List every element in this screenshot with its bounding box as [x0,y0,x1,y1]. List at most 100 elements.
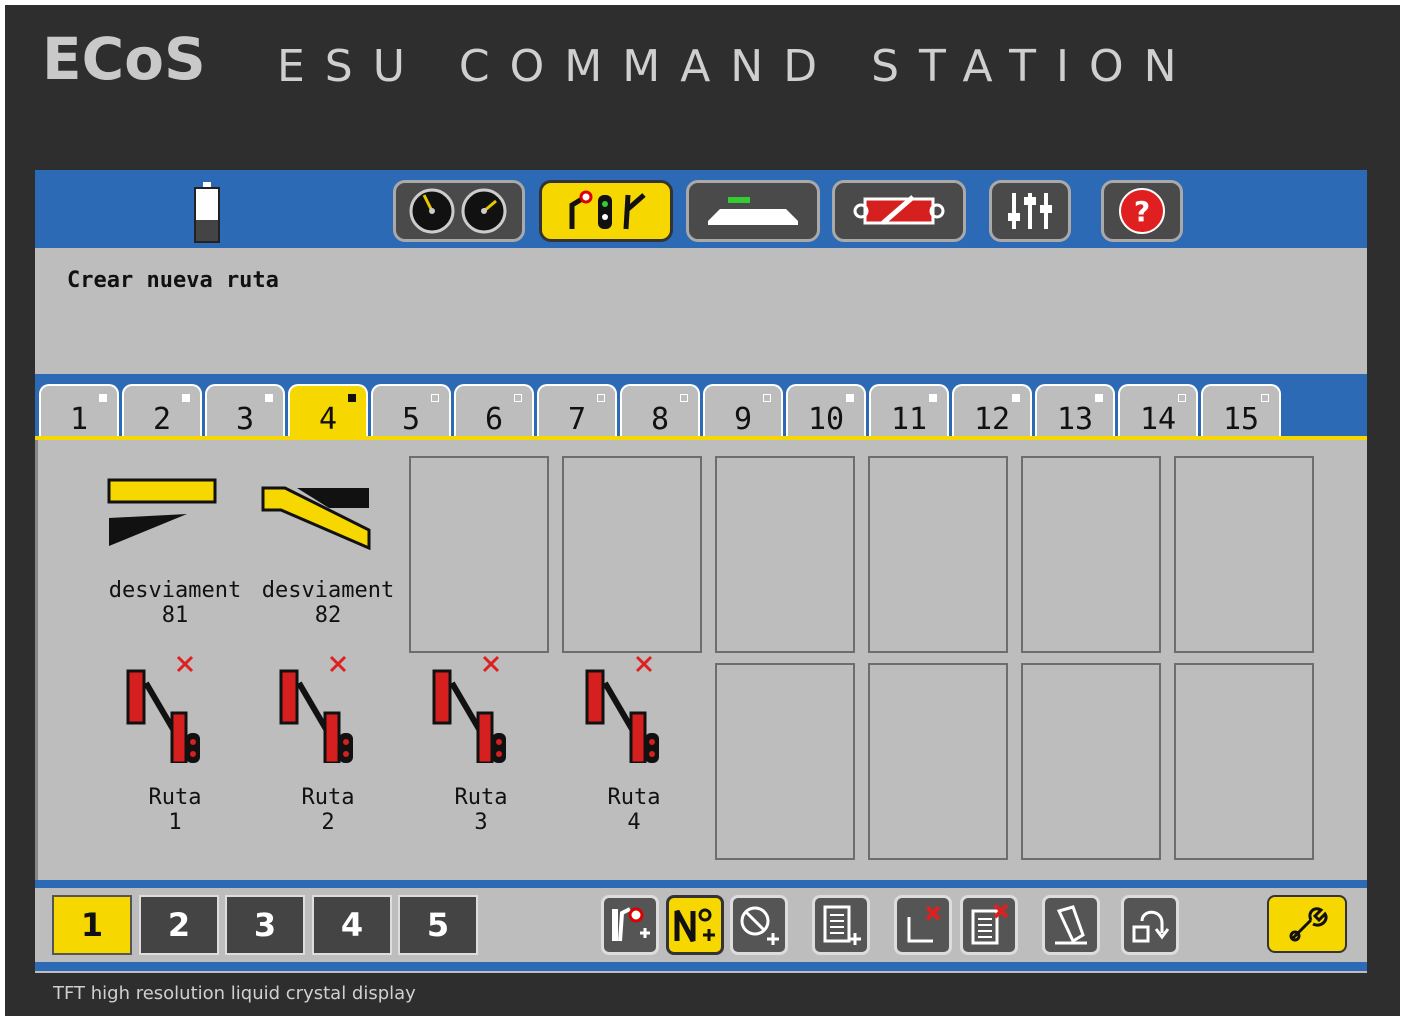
page-button-4[interactable]: 4 [312,895,392,955]
tab-label: 14 [1139,402,1177,437]
tab-3[interactable]: 3 [205,384,285,438]
tab-1[interactable]: 1 [39,384,119,438]
status-message: Crear nueva ruta [67,268,279,293]
item-name: Ruta [607,785,661,810]
tab-label: 15 [1222,402,1260,437]
tab-4[interactable]: 4 [288,384,368,438]
item-name: Ruta [148,785,202,810]
page-button-5[interactable]: 5 [398,895,478,955]
signal-switch-icon [569,190,646,230]
tab-label: 10 [807,402,845,437]
tab-indicator [431,394,439,402]
delete-list-icon [971,903,1009,945]
add-signal-button[interactable] [601,895,659,955]
turnout-81[interactable]: desviament 81 [100,446,250,646]
bottom-toolbar: 1 2 3 4 5 [35,888,1367,962]
signal-switch-button[interactable] [539,180,673,242]
delete-button[interactable] [894,895,952,955]
empty-slot[interactable] [715,456,855,653]
tab-8[interactable]: 8 [620,384,700,438]
empty-slot[interactable] [1021,456,1161,653]
top-toolbar: ? [35,170,1367,248]
brand-title: ESU COMMAND STATION [277,41,1197,92]
tab-label: 11 [890,402,928,437]
track-layout-button[interactable] [686,180,820,242]
empty-slot[interactable] [1021,663,1161,860]
ecos-logo: ECoS [42,25,206,93]
tab-13[interactable]: 13 [1035,384,1115,438]
speedometer-icon [409,188,507,234]
bottom-separator [35,880,1367,888]
delete-list-button[interactable] [960,895,1018,955]
edit-icon [1055,905,1087,945]
battery-icon [194,182,220,243]
speedometer-button[interactable] [393,180,525,242]
tab-12[interactable]: 12 [952,384,1032,438]
route-icon [126,655,200,763]
tab-indicator [182,394,190,402]
page-button-2[interactable]: 2 [139,895,219,955]
programming-button[interactable] [832,180,966,242]
tab-label: 13 [1056,402,1094,437]
add-stop-button[interactable] [730,895,788,955]
route-2[interactable]: Ruta 2 [253,653,403,853]
empty-slot[interactable] [1174,456,1314,653]
move-button[interactable] [1121,895,1179,955]
tab-strip: 1 2 3 4 5 6 7 8 9 10 11 12 13 14 15 [35,374,1367,438]
tab-14[interactable]: 14 [1118,384,1198,438]
add-route-button[interactable] [666,895,724,955]
settings-button[interactable] [989,180,1071,242]
page-button-3[interactable]: 3 [225,895,305,955]
page-button-1[interactable]: 1 [52,895,132,955]
route-1[interactable]: Ruta 1 [100,653,250,853]
tab-11[interactable]: 11 [869,384,949,438]
empty-slot[interactable] [715,663,855,860]
tab-15[interactable]: 15 [1201,384,1281,438]
route-icon [279,655,353,763]
help-button[interactable]: ? [1101,180,1183,242]
item-grid: desviament 81 desviament 82 Ruta 1 Ruta … [35,440,1367,880]
tab-indicator [99,394,107,402]
empty-slot[interactable] [868,663,1008,860]
tab-label: 9 [733,402,753,437]
tab-2[interactable]: 2 [122,384,202,438]
item-name: Ruta [454,785,508,810]
item-number: 81 [161,603,189,628]
programming-icon [853,195,945,225]
add-list-button[interactable] [812,895,870,955]
tab-indicator [680,394,688,402]
tab-6[interactable]: 6 [454,384,534,438]
move-icon [1132,910,1170,943]
item-name: desviament [261,578,395,603]
route-4[interactable]: Ruta 4 [559,653,709,853]
tab-5[interactable]: 5 [371,384,451,438]
wrench-icon [1289,907,1328,942]
tab-indicator [846,394,854,402]
edit-button[interactable] [1042,895,1100,955]
tab-7[interactable]: 7 [537,384,617,438]
wrench-button[interactable] [1267,895,1347,953]
tab-indicator [348,394,356,402]
tab-indicator [1261,394,1269,402]
tab-indicator [597,394,605,402]
item-number: 2 [321,810,335,835]
display-screen: ? Crear nueva ruta 1 2 3 4 5 6 7 8 9 10 … [35,170,1367,973]
empty-slot[interactable] [409,456,549,653]
turnout-82[interactable]: desviament 82 [253,446,403,646]
empty-slot[interactable] [1174,663,1314,860]
item-name: desviament [108,578,242,603]
tab-10[interactable]: 10 [786,384,866,438]
route-3[interactable]: Ruta 3 [406,653,556,853]
item-number: 1 [168,810,182,835]
tab-label: 5 [401,402,421,437]
help-icon: ? [1119,188,1165,234]
tab-label: 6 [484,402,504,437]
add-list-icon [823,905,861,945]
item-number: 4 [627,810,641,835]
tab-9[interactable]: 9 [703,384,783,438]
svg-text:?: ? [1134,195,1150,228]
turnout-left-icon [107,478,217,546]
delete-icon [907,905,941,943]
empty-slot[interactable] [868,456,1008,653]
empty-slot[interactable] [562,456,702,653]
